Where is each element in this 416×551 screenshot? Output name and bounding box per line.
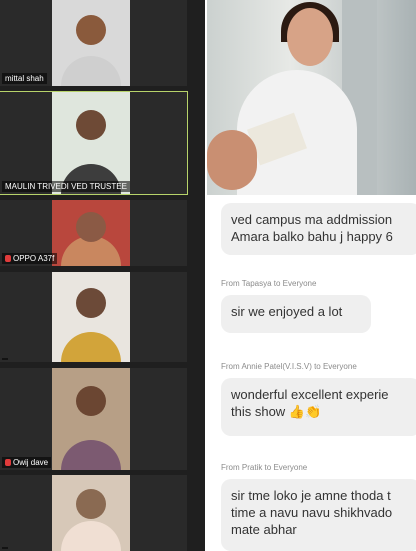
video-feed [52,475,130,551]
participant-name [2,547,8,549]
video-feed [52,368,130,470]
participant-name: Owij dave [2,457,52,468]
chat-message: sir we enjoyed a lot [221,295,371,333]
mic-muted-icon [5,459,11,467]
video-feed [52,92,130,194]
participant-tile[interactable]: OPPO A37f [0,200,187,266]
chat-sender: From Tapasya to Everyone [221,279,317,288]
chat-message: sir tme loko je amne thoda t time a navu… [221,479,416,551]
participant-tile[interactable] [0,272,187,362]
chat-panel: ved campus ma addmission Amara balko bah… [207,195,416,551]
chat-message: ved campus ma addmission Amara balko bah… [221,203,416,255]
active-speaker-video[interactable] [207,0,416,195]
video-feed [52,200,130,266]
participant-name [2,358,8,360]
participant-tile[interactable] [0,475,187,551]
chat-sender: From Annie Patel(V.I.S.V) to Everyone [221,362,357,371]
participant-tile[interactable]: mittal shah [0,0,187,86]
participant-grid: mittal shah MAULIN TRIVEDI VED TRUSTEE O… [0,0,205,551]
participant-tile-active[interactable]: MAULIN TRIVEDI VED TRUSTEE [0,91,188,195]
chat-message: wonderful excellent experie this show 👍👏 [221,378,416,436]
participant-name: mittal shah [2,73,47,84]
video-feed [52,272,130,362]
mic-muted-icon [5,255,11,263]
participant-tile[interactable]: Owij dave [0,368,187,470]
chat-sender: From Pratik to Everyone [221,463,308,472]
participant-name: OPPO A37f [2,253,58,264]
participant-name: MAULIN TRIVEDI VED TRUSTEE [2,181,130,192]
video-feed [52,0,130,86]
meeting-screen: mittal shah MAULIN TRIVEDI VED TRUSTEE O… [0,0,416,551]
